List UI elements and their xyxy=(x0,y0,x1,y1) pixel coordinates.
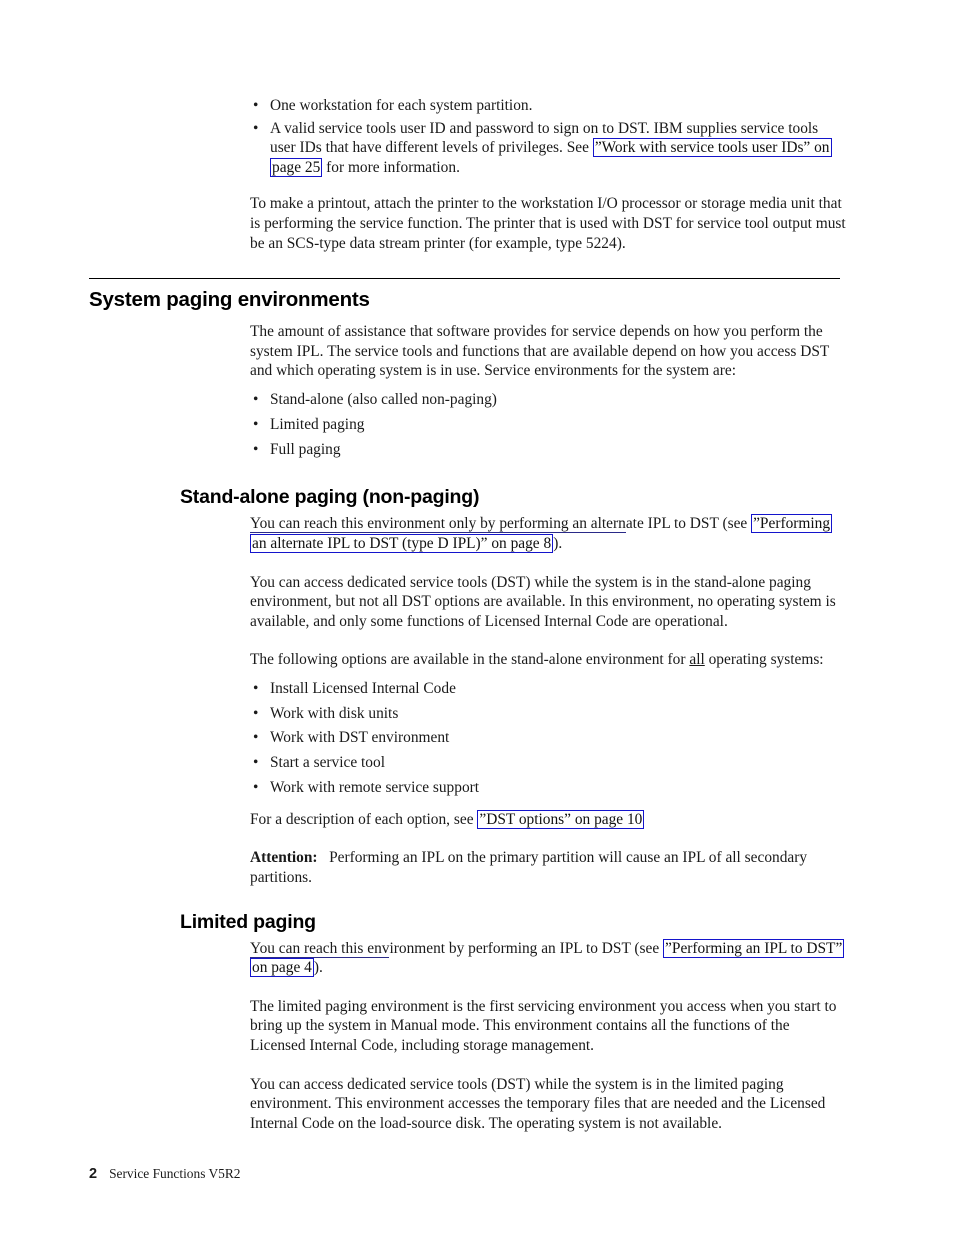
page-footer: 2 Service Functions V5R2 xyxy=(89,1165,241,1183)
list-item: • Work with DST environment xyxy=(252,727,846,750)
list-item: • Work with remote service support xyxy=(252,777,846,800)
list-item: • One workstation for each system partit… xyxy=(252,96,846,116)
bullet-icon: • xyxy=(253,779,259,797)
system-paging-bullet-list: • Stand-alone (also called non-paging) •… xyxy=(250,389,846,461)
list-item: • A valid service tools user ID and pass… xyxy=(252,119,846,178)
bullet-icon: • xyxy=(253,390,259,408)
limited-paging-paragraph-2: The limited paging environment is the fi… xyxy=(250,997,837,1055)
document-page: • One workstation for each system partit… xyxy=(0,0,954,1235)
stand-alone-intro-paragraph: You can reach this environment only by p… xyxy=(250,514,846,553)
bullet-icon: • xyxy=(253,440,259,458)
list-item-label: One workstation for each system partitio… xyxy=(270,97,533,114)
scan-underline-artifact: You can reach this env xyxy=(250,939,390,958)
bullet-icon: • xyxy=(253,754,259,772)
description-text-pre: For a description of each option, see xyxy=(250,810,478,828)
attention-text: Performing an IPL on the primary partiti… xyxy=(250,849,808,887)
emphasis-all: all xyxy=(689,651,705,669)
paragraph-text-post: operating systems: xyxy=(704,651,824,669)
running-title: Service Functions V5R2 xyxy=(109,1166,241,1181)
bullet-icon: • xyxy=(253,119,259,137)
stand-alone-paragraph-3: The following options are available in t… xyxy=(250,650,846,670)
list-item: • Limited paging xyxy=(252,414,846,437)
page-number: 2 xyxy=(89,1166,98,1182)
system-paging-block: The amount of assistance that software p… xyxy=(250,322,846,461)
intro-text-mid: ate IPL to DST (see xyxy=(625,515,752,533)
list-item: • Install Licensed Internal Code xyxy=(252,678,846,701)
list-item-label: Work with remote service support xyxy=(270,779,480,797)
section-heading-limited-paging: Limited paging xyxy=(180,910,316,933)
system-paging-paragraph: The amount of assistance that software p… xyxy=(250,323,829,380)
bullet-icon: • xyxy=(253,415,259,433)
attention-label: Attention: xyxy=(250,849,318,867)
list-item-text-after-link: for more information. xyxy=(322,158,460,176)
page-title: System paging environments xyxy=(89,288,370,312)
list-item: • Stand-alone (also called non-paging) xyxy=(252,389,846,412)
list-item: • Full paging xyxy=(252,439,846,462)
list-item: • Work with disk units xyxy=(252,703,846,726)
scan-underline-artifact: You can reach this environment only by p… xyxy=(250,515,626,534)
page-content: • One workstation for each system partit… xyxy=(0,0,954,1133)
intro-text-mid: ironment by performing an IPL to DST (se… xyxy=(389,939,664,957)
intro-text-post: ). xyxy=(553,534,563,552)
limited-paging-paragraph-3: You can access dedicated service tools (… xyxy=(250,1075,826,1132)
list-item-label: Install Licensed Internal Code xyxy=(270,679,456,697)
stand-alone-description-paragraph: For a description of each option, see ”D… xyxy=(250,809,846,830)
section-heading-stand-alone-paging: Stand-alone paging (non-paging) xyxy=(180,486,480,509)
bullet-icon: • xyxy=(253,97,259,114)
list-item-label: Limited paging xyxy=(270,415,365,433)
list-item-label: Start a service tool xyxy=(270,754,385,772)
paragraph-text-pre: The following options are available in t… xyxy=(250,651,690,669)
list-item-label: Work with DST environment xyxy=(270,729,450,747)
intro-paragraph: To make a printout, attach the printer t… xyxy=(250,195,846,252)
cross-reference-link-dst-options[interactable]: ”DST options” on page 10 xyxy=(477,809,645,829)
intro-bullet-list: • One workstation for each system partit… xyxy=(250,96,846,177)
stand-alone-paragraph-2: You can access dedicated service tools (… xyxy=(250,573,836,630)
intro-block: • One workstation for each system partit… xyxy=(250,96,846,253)
limited-paging-block: You can reach this environment by perfor… xyxy=(250,938,846,1134)
limited-paging-intro-paragraph: You can reach this environment by perfor… xyxy=(250,938,846,978)
list-item-label: Full paging xyxy=(270,440,341,458)
list-item-label: Work with disk units xyxy=(270,704,399,722)
bullet-icon: • xyxy=(253,679,259,697)
bullet-icon: • xyxy=(253,704,259,722)
attention-note: Attention: Performing an IPL on the prim… xyxy=(250,848,846,887)
stand-alone-block: You can reach this environment only by p… xyxy=(250,514,846,887)
list-item: • Start a service tool xyxy=(252,752,846,775)
list-item-label: Stand-alone (also called non-paging) xyxy=(270,390,497,408)
stand-alone-options-list: • Install Licensed Internal Code • Work … xyxy=(250,678,846,800)
intro-text-post: ). xyxy=(313,959,323,977)
bullet-icon: • xyxy=(253,729,259,747)
